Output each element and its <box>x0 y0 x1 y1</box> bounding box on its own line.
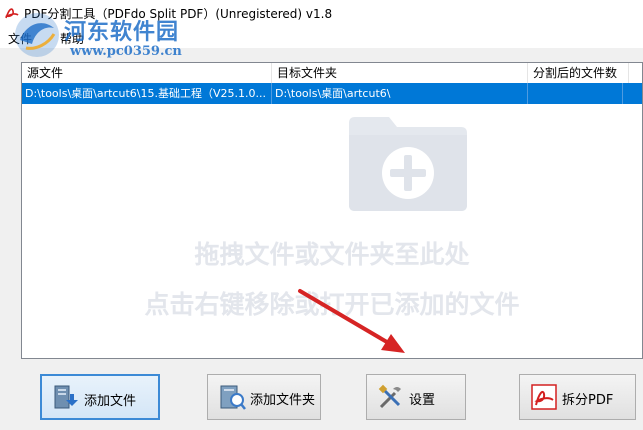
column-count[interactable]: 分割后的文件数 <box>528 63 629 83</box>
drop-hint-line1: 拖拽文件或文件夹至此处 <box>194 240 470 269</box>
column-source[interactable]: 源文件 <box>22 63 272 83</box>
cell-target: D:\tools\桌面\artcut6\ <box>272 83 528 104</box>
settings-tools-icon <box>378 384 401 409</box>
settings-label: 设置 <box>409 393 436 408</box>
pdf-app-icon <box>4 8 19 19</box>
column-target[interactable]: 目标文件夹 <box>272 63 528 83</box>
cell-count <box>528 83 623 104</box>
add-file-button[interactable]: 添加文件 <box>40 374 160 420</box>
pdf-icon <box>531 384 557 410</box>
add-folder-label: 添加文件夹 <box>250 393 316 408</box>
settings-button[interactable]: 设置 <box>366 374 466 420</box>
menu-file[interactable]: 文件 <box>8 30 32 47</box>
title-bar: PDF分割工具（PDFdo Split PDF）(Unregistered) v… <box>0 0 643 26</box>
add-folder-icon <box>220 385 246 410</box>
add-file-label: 添加文件 <box>84 394 137 409</box>
menu-bar: 文件 帮助 <box>0 26 643 48</box>
folder-add-icon <box>349 117 467 211</box>
table-row[interactable]: D:\tools\桌面\artcut6\15.基础工程（V25.1.0... D… <box>22 83 642 104</box>
file-list[interactable]: 源文件 目标文件夹 分割后的文件数 D:\tools\桌面\artcut6\15… <box>21 62 643 359</box>
cell-source: D:\tools\桌面\artcut6\15.基础工程（V25.1.0... <box>22 83 272 104</box>
menu-help[interactable]: 帮助 <box>60 30 84 47</box>
add-folder-button[interactable]: 添加文件夹 <box>207 374 321 420</box>
list-header: 源文件 目标文件夹 分割后的文件数 <box>22 63 642 84</box>
drop-hint-line2: 点击右键移除或打开已添加的文件 <box>144 290 520 319</box>
split-pdf-button[interactable]: 拆分PDF <box>519 374 636 420</box>
add-file-icon <box>54 385 78 409</box>
split-pdf-label: 拆分PDF <box>562 393 614 408</box>
window-title: PDF分割工具（PDFdo Split PDF）(Unregistered) v… <box>24 7 333 21</box>
